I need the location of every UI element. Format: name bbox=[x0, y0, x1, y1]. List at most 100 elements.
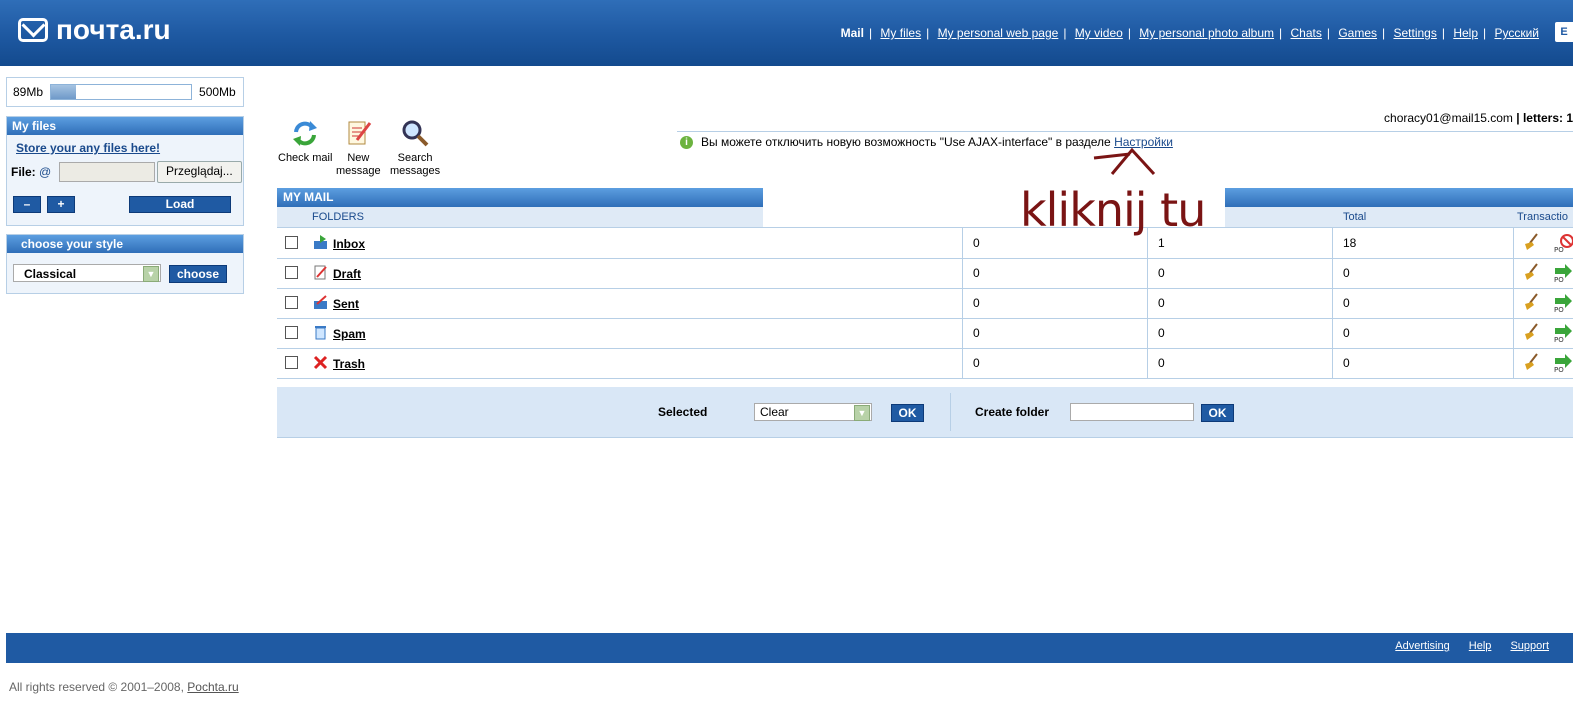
file-input[interactable] bbox=[59, 162, 155, 182]
nav-settings[interactable]: Settings bbox=[1393, 26, 1436, 40]
top-nav: Mail | My files | My personal web page | My… bbox=[840, 26, 1539, 40]
check-mail-button[interactable]: Check mail bbox=[278, 118, 332, 165]
footer-advertising-link[interactable]: Advertising bbox=[1395, 640, 1449, 652]
move-arrow-icon[interactable]: PO bbox=[1553, 353, 1573, 373]
user-email: choracy01@mail15.com bbox=[1384, 111, 1513, 125]
svg-text:PO: PO bbox=[1554, 366, 1564, 373]
broom-icon[interactable] bbox=[1523, 233, 1539, 251]
user-info: choracy01@mail15.com | letters: 1 bbox=[1384, 111, 1573, 125]
my-mail-title: MY MAIL bbox=[277, 188, 763, 207]
plus-button[interactable]: + bbox=[47, 196, 75, 213]
svg-text:PO: PO bbox=[1554, 246, 1564, 253]
row-checkbox[interactable] bbox=[285, 296, 298, 309]
transactions-header: Transactio bbox=[1517, 211, 1568, 223]
my-files-box: My files Store your any files here! File… bbox=[6, 116, 244, 226]
folder-row-sent: Sent 0 0 0 PO bbox=[277, 288, 1573, 319]
folder-link[interactable]: Draft bbox=[333, 267, 361, 281]
move-arrow-icon[interactable]: PO bbox=[1553, 263, 1573, 283]
nav-photo-album[interactable]: My personal photo album bbox=[1139, 26, 1274, 40]
notepad-pencil-icon bbox=[343, 118, 373, 148]
ok-create-folder-button[interactable]: OK bbox=[1201, 404, 1234, 422]
selected-action-select[interactable]: Clear ▼ bbox=[754, 403, 872, 421]
style-box: choose your style Classical ▼ choose bbox=[6, 234, 244, 294]
footer-support-link[interactable]: Support bbox=[1510, 640, 1549, 652]
row-checkbox[interactable] bbox=[285, 236, 298, 249]
selected-action-value: Clear bbox=[760, 405, 789, 419]
file-label: File: @ bbox=[11, 165, 52, 179]
chevron-down-icon: ▼ bbox=[143, 266, 159, 282]
nav-personal-web-page[interactable]: My personal web page bbox=[938, 26, 1059, 40]
folder-link[interactable]: Spam bbox=[333, 327, 366, 341]
store-files-link[interactable]: Store your any files here! bbox=[16, 141, 243, 155]
cell-unread: 0 bbox=[1158, 356, 1165, 370]
folder-link[interactable]: Trash bbox=[333, 357, 365, 371]
nav-chats[interactable]: Chats bbox=[1291, 26, 1322, 40]
cell-total: 0 bbox=[1343, 296, 1350, 310]
cell-unread: 0 bbox=[1158, 266, 1165, 280]
style-select-value: Classical bbox=[24, 267, 77, 281]
cell-new: 0 bbox=[973, 236, 980, 250]
logo[interactable]: почта.ru bbox=[18, 14, 171, 46]
quota-used: 89Mb bbox=[13, 85, 44, 99]
cell-total: 18 bbox=[1343, 236, 1357, 250]
folder-link[interactable]: Inbox bbox=[333, 237, 365, 251]
trash-can-icon bbox=[315, 326, 326, 340]
style-title: choose your style bbox=[7, 235, 243, 253]
broom-icon[interactable] bbox=[1523, 323, 1539, 341]
sent-icon bbox=[314, 295, 327, 309]
minus-button[interactable]: – bbox=[13, 196, 41, 213]
load-button[interactable]: Load bbox=[129, 196, 231, 213]
refresh-arrows-icon bbox=[290, 118, 320, 148]
choose-button[interactable]: choose bbox=[169, 265, 227, 283]
chevron-down-icon: ▼ bbox=[854, 405, 870, 421]
browse-button[interactable]: Przeglądaj... bbox=[157, 161, 242, 183]
footer-bar: Advertising Help Support bbox=[6, 633, 1573, 663]
letters-count: | letters: 1 bbox=[1516, 111, 1573, 125]
row-checkbox[interactable] bbox=[285, 266, 298, 279]
svg-text:PO: PO bbox=[1554, 306, 1564, 313]
exit-button[interactable]: E bbox=[1555, 22, 1573, 42]
move-arrow-icon[interactable]: PO bbox=[1553, 293, 1573, 313]
new-message-label-2: message bbox=[336, 165, 381, 177]
footer-links: Advertising Help Support bbox=[1379, 640, 1549, 652]
forbidden-icon[interactable]: PO bbox=[1553, 233, 1573, 253]
cell-new: 0 bbox=[973, 296, 980, 310]
row-checkbox[interactable] bbox=[285, 356, 298, 369]
new-message-button[interactable]: New message bbox=[336, 118, 381, 178]
move-arrow-icon[interactable]: PO bbox=[1553, 323, 1573, 343]
svg-text:PO: PO bbox=[1554, 276, 1564, 283]
total-header: Total bbox=[1343, 211, 1367, 223]
cell-unread: 0 bbox=[1158, 326, 1165, 340]
folder-link[interactable]: Sent bbox=[333, 297, 359, 311]
nav-language[interactable]: Русский bbox=[1494, 26, 1539, 40]
logo-text: почта.ru bbox=[56, 14, 171, 45]
ok-selected-button[interactable]: OK bbox=[891, 404, 924, 422]
folder-row-spam: Spam 0 0 0 PO bbox=[277, 318, 1573, 349]
footer-help-link[interactable]: Help bbox=[1469, 640, 1492, 652]
create-folder-input[interactable] bbox=[1070, 403, 1194, 421]
cell-total: 0 bbox=[1343, 326, 1350, 340]
nav-help[interactable]: Help bbox=[1453, 26, 1478, 40]
search-messages-button[interactable]: Search messages bbox=[390, 118, 440, 178]
nav-my-video[interactable]: My video bbox=[1075, 26, 1123, 40]
nav-mail[interactable]: Mail bbox=[841, 26, 864, 40]
svg-text:PO: PO bbox=[1554, 336, 1564, 343]
red-x-icon bbox=[313, 355, 328, 370]
broom-icon[interactable] bbox=[1523, 353, 1539, 371]
cell-new: 0 bbox=[973, 356, 980, 370]
draft-icon bbox=[314, 265, 327, 280]
row-checkbox[interactable] bbox=[285, 326, 298, 339]
broom-icon[interactable] bbox=[1523, 293, 1539, 311]
nav-my-files[interactable]: My files bbox=[880, 26, 921, 40]
folder-row-inbox: Inbox 0 1 18 PO bbox=[277, 228, 1573, 259]
pochta-link[interactable]: Pochta.ru bbox=[187, 680, 238, 694]
style-select[interactable]: Classical ▼ bbox=[13, 264, 161, 282]
broom-icon[interactable] bbox=[1523, 263, 1539, 281]
check-mail-label: Check mail bbox=[278, 152, 333, 164]
info-icon: i bbox=[680, 136, 693, 149]
my-mail-title-bar bbox=[1225, 188, 1573, 207]
cell-new: 0 bbox=[973, 266, 980, 280]
nav-games[interactable]: Games bbox=[1338, 26, 1377, 40]
quota-box: 89Mb 500Mb bbox=[6, 77, 244, 107]
quota-fill bbox=[51, 85, 77, 99]
